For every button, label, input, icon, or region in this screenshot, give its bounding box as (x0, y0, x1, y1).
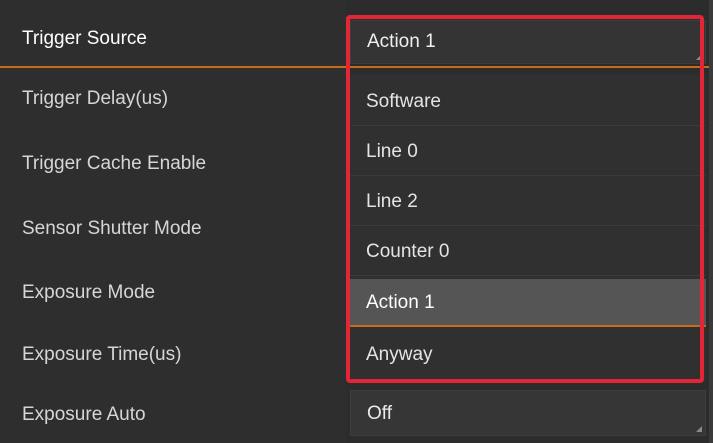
trigger-source-select[interactable]: Action 1 (350, 20, 706, 64)
option-anyway[interactable]: Anyway (350, 331, 706, 379)
option-counter-0[interactable]: Counter 0 (350, 228, 706, 276)
label-exposure-auto: Exposure Auto (22, 404, 146, 425)
row-separator (0, 66, 713, 68)
resize-corner-icon (696, 426, 702, 432)
exposure-auto-value: Off (367, 403, 392, 424)
option-line-0[interactable]: Line 0 (350, 128, 706, 176)
trigger-source-value: Action 1 (367, 31, 436, 52)
properties-panel: Trigger Source Trigger Delay(us) Trigger… (0, 0, 713, 443)
label-exposure-time: Exposure Time(us) (22, 344, 182, 365)
option-action-1[interactable]: Action 1 (350, 279, 706, 327)
label-trigger-source: Trigger Source (22, 28, 147, 49)
label-sensor-shutter-mode: Sensor Shutter Mode (22, 218, 202, 239)
label-exposure-mode: Exposure Mode (22, 282, 156, 303)
label-trigger-cache-enable: Trigger Cache Enable (22, 153, 207, 174)
scrollbar-track[interactable] (709, 0, 713, 443)
label-trigger-delay: Trigger Delay(us) (22, 88, 169, 109)
exposure-auto-select[interactable]: Off (350, 390, 706, 436)
option-software[interactable]: Software (350, 78, 706, 126)
resize-corner-icon (696, 54, 702, 60)
trigger-source-dropdown: Software Line 0 Line 2 Counter 0 Action … (350, 74, 706, 381)
option-line-2[interactable]: Line 2 (350, 178, 706, 226)
